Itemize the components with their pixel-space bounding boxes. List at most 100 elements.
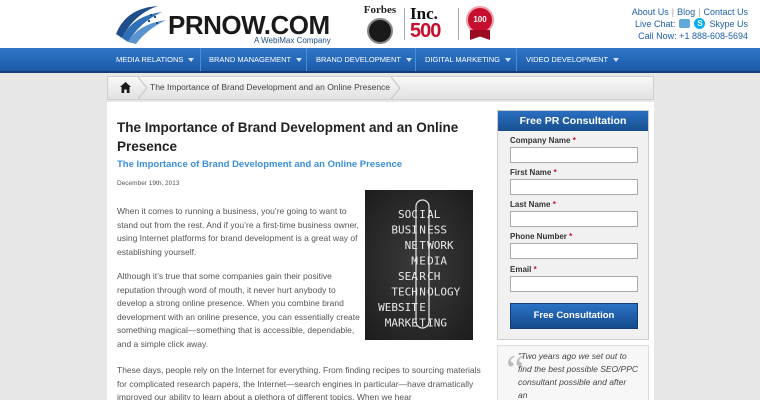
nav-label: MEDIA RELATIONS (116, 55, 184, 64)
nav-video-development[interactable]: VIDEO DEVELOPMENT (526, 48, 620, 71)
forbes-badge: Forbes (360, 4, 400, 44)
nav-divider (200, 48, 201, 71)
breadcrumb-current: The Importance of Brand Development and … (150, 82, 391, 92)
chalkboard-image: SOC I AL BUSI N ESS NE T WORK M E DIA SEA R CH TECH N OLO… (365, 190, 473, 340)
chalk-word-left: WEBSIT (378, 301, 418, 314)
caret-down-icon (296, 58, 303, 63)
phone-number[interactable]: Call Now: +1 888-608-5694 (638, 31, 748, 41)
skype-icon[interactable]: S (694, 18, 706, 29)
chalk-word-right: AL (427, 208, 441, 221)
breadcrumb-separator-icon (391, 77, 401, 99)
nav-label: VIDEO DEVELOPMENT (526, 55, 609, 64)
chalk-internet-letter: T (419, 317, 426, 330)
label-text: Company Name (510, 136, 571, 145)
chat-icon[interactable] (679, 19, 691, 28)
first-name-input[interactable] (510, 179, 638, 195)
blog-link[interactable]: Blog (677, 7, 695, 17)
contact-us-link[interactable]: Contact Us (703, 7, 748, 17)
site-header: PRNOW.COM A WebiMax Company Forbes Inc. … (0, 0, 760, 48)
logo-tagline: A WebiMax Company (254, 36, 331, 45)
chalk-word-left: MARKE (385, 317, 418, 330)
home-icon (120, 82, 131, 93)
article-paragraph-2: Although it’s true that some companies g… (117, 271, 360, 349)
chalkboard-wordcross: SOC I ALBUSI N ESSNE T WORKM E DIASEA R CHTECH N OLO… (378, 199, 461, 330)
article-paragraph-1: When it comes to running a business, you… (117, 206, 359, 257)
nav-divider (306, 48, 307, 71)
header-divider (458, 8, 459, 40)
required-mark: * (572, 136, 576, 145)
email-input[interactable] (510, 276, 638, 292)
chalk-word-right: WORK (427, 239, 454, 252)
article-subtitle[interactable]: The Importance of Brand Development and … (117, 159, 402, 170)
breadcrumb-separator-icon (138, 77, 148, 99)
chalk-word-right: DIA (427, 255, 447, 268)
main-nav: MEDIA RELATIONS BRAND MANAGEMENT BRAND D… (0, 48, 760, 73)
skype-link[interactable]: Skype Us (709, 19, 748, 29)
chalk-internet-letter: I (419, 208, 426, 221)
consultation-form: Free PR Consultation Company Name * Firs… (497, 110, 649, 340)
about-us-link[interactable]: About Us (632, 7, 669, 17)
chalk-internet-letter: R (419, 270, 426, 283)
chalk-word-right: ESS (427, 224, 447, 237)
prnow-logo[interactable]: PRNOW.COM A WebiMax Company (112, 4, 332, 46)
globe-swoosh-icon (116, 6, 166, 44)
header-divider (404, 8, 405, 40)
last-name-label: Last Name * (510, 200, 556, 209)
phone-number-label: Phone Number * (510, 232, 572, 241)
award-seal-icon: 100 (466, 6, 494, 40)
chalk-word-right: OLOGY (427, 286, 460, 299)
form-heading: Free PR Consultation (498, 111, 648, 131)
forbes-seal-icon (367, 18, 393, 44)
chalk-internet-letter: E (419, 301, 426, 314)
chalk-word-left: SEA (398, 270, 418, 283)
nav-label: BRAND MANAGEMENT (209, 55, 292, 64)
nav-digital-marketing[interactable]: DIGITAL MARKETING (425, 48, 512, 71)
live-chat-link[interactable]: Live Chat: (635, 19, 676, 29)
article-date: December 19th, 2013 (117, 180, 180, 187)
chalk-word-left: M (411, 255, 418, 268)
nav-label: DIGITAL MARKETING (425, 55, 501, 64)
award-ribbon-icon (470, 30, 490, 40)
chalk-internet-letter: N (419, 224, 426, 237)
article-paragraph-3: These days, people rely on the Internet … (117, 365, 481, 400)
free-consultation-button[interactable]: Free Consultation (510, 303, 638, 329)
testimonial-text: "Two years ago we set out to find the be… (518, 351, 639, 400)
required-mark: * (553, 168, 557, 177)
breadcrumb: The Importance of Brand Development and … (107, 76, 654, 100)
chalk-word-left: BUSI (391, 224, 418, 237)
chalk-word-left: NE (405, 239, 418, 252)
email-label: Email * (510, 265, 537, 274)
chalk-internet-letter: N (419, 286, 426, 299)
nav-media-relations[interactable]: MEDIA RELATIONS (116, 48, 195, 71)
phone-number-input[interactable] (510, 243, 638, 259)
inc-500-badge: Inc. 500 (410, 4, 452, 44)
first-name-label: First Name * (510, 168, 557, 177)
chalk-internet-letter: T (419, 239, 426, 252)
company-name-input[interactable] (510, 147, 638, 163)
label-text: Phone Number (510, 232, 567, 241)
inc-number: 500 (410, 20, 441, 42)
contact-row: Live Chat: S Skype Us (635, 18, 748, 29)
top-links: About Us | Blog | Contact Us (631, 7, 748, 17)
caret-down-icon (406, 58, 413, 63)
breadcrumb-home[interactable] (108, 77, 142, 99)
chalk-word-right: ING (427, 317, 447, 330)
chalk-word-left: TECH (391, 286, 418, 299)
nav-label: BRAND DEVELOPMENT (316, 55, 402, 64)
required-mark: * (569, 232, 573, 241)
label-text: Email (510, 265, 532, 274)
nav-brand-management[interactable]: BRAND MANAGEMENT (209, 48, 303, 71)
chalk-word-right: CH (427, 270, 440, 283)
label-text: First Name (510, 168, 552, 177)
required-mark: * (533, 265, 537, 274)
caret-down-icon (188, 58, 195, 63)
nav-brand-development[interactable]: BRAND DEVELOPMENT (316, 48, 413, 71)
testimonial-box: “ "Two years ago we set out to find the … (497, 345, 649, 400)
article-title: The Importance of Brand Development and … (117, 120, 459, 154)
last-name-input[interactable] (510, 211, 638, 227)
caret-down-icon (505, 58, 512, 63)
label-text: Last Name (510, 200, 551, 209)
award-seal-text: 100 (466, 6, 494, 34)
chalk-internet-letter: E (419, 255, 426, 268)
caret-down-icon (613, 58, 620, 63)
